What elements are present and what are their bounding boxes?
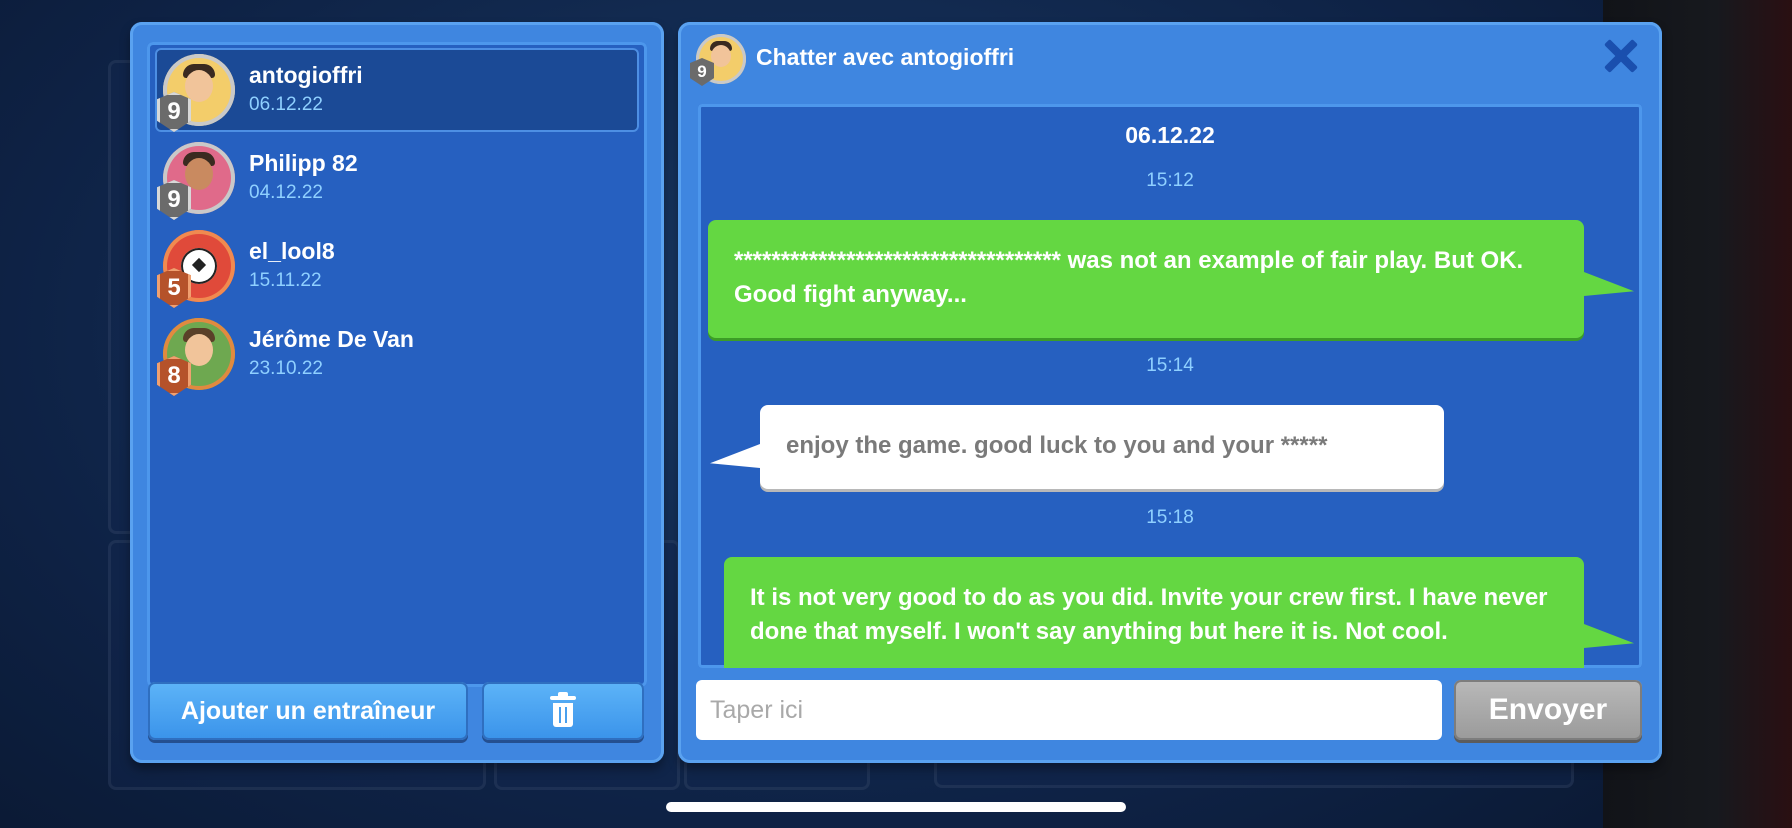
message-text: *********************************** was …: [734, 247, 1524, 308]
level-badge: 9: [157, 180, 191, 220]
message-bubble-in: enjoy the game. good luck to you and you…: [760, 405, 1444, 489]
chat-messages[interactable]: 06.12.22 15:12 *************************…: [698, 104, 1642, 668]
friend-date: 06.12.22: [249, 94, 323, 115]
chat-title: Chatter avec antogioffri: [756, 44, 1015, 70]
chat-date: 06.12.22: [1125, 122, 1215, 148]
message-text: enjoy the game. good luck to you and you…: [786, 432, 1328, 459]
add-coach-button[interactable]: Ajouter un entraîneur: [148, 682, 468, 740]
friend-item-el-lool8[interactable]: 5 el_lool8 15.11.22: [155, 224, 639, 308]
home-indicator[interactable]: [666, 802, 1126, 812]
close-icon[interactable]: [1602, 38, 1638, 74]
friend-item-antogioffri[interactable]: 9 antogioffri 06.12.22: [155, 48, 639, 132]
message-time: 15:18: [1146, 507, 1194, 528]
message-time: 15:14: [1146, 355, 1194, 376]
level-badge: 9: [157, 92, 191, 132]
level-badge: 5: [157, 268, 191, 308]
bubble-tail: [1584, 272, 1634, 296]
message-input[interactable]: [696, 680, 1442, 740]
friend-name: Jérôme De Van: [249, 326, 414, 352]
bubble-tail: [710, 444, 760, 468]
friend-item-jerome-de-van[interactable]: 8 Jérôme De Van 23.10.22: [155, 312, 639, 396]
bubble-tail: [1584, 624, 1634, 648]
friend-date: 15.11.22: [249, 270, 322, 291]
trash-icon: [550, 692, 576, 728]
friend-name: Philipp 82: [249, 150, 358, 176]
friend-name: antogioffri: [249, 62, 363, 88]
message-bubble-out: It is not very good to do as you did. In…: [724, 557, 1584, 668]
chat-panel: 9 Chatter avec antogioffri 06.12.22 15:1…: [678, 22, 1662, 763]
friend-date: 23.10.22: [249, 358, 323, 379]
friend-name: el_lool8: [249, 238, 335, 264]
friends-list: 9 antogioffri 06.12.22 9 Philipp 82 04.1…: [147, 42, 647, 687]
friend-date: 04.12.22: [249, 182, 323, 203]
message-bubble-out: *********************************** was …: [708, 220, 1584, 338]
delete-button[interactable]: [482, 682, 644, 740]
level-badge: 8: [157, 356, 191, 396]
friends-panel: 9 antogioffri 06.12.22 9 Philipp 82 04.1…: [130, 22, 664, 763]
message-time: 15:12: [1146, 170, 1194, 191]
friend-item-philipp-82[interactable]: 9 Philipp 82 04.12.22: [155, 136, 639, 220]
send-button[interactable]: Envoyer: [1454, 680, 1642, 740]
message-text: It is not very good to do as you did. In…: [750, 584, 1548, 645]
